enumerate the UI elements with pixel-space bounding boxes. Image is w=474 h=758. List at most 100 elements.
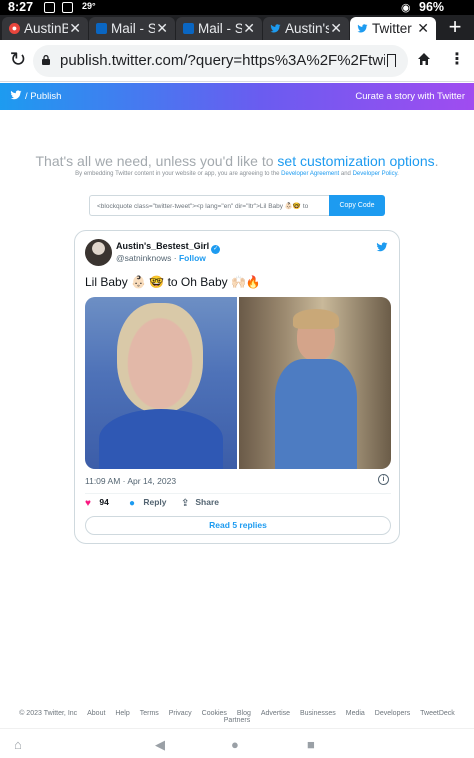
browser-tab[interactable]: ● AustinBu ✕ [2,17,88,40]
twitter-logo-icon[interactable] [9,89,23,104]
more-menu-icon[interactable]: ⋮ [449,51,465,69]
status-temperature: 29° [82,1,96,11]
twitter-logo-icon[interactable] [375,240,389,258]
footer-link-businesses[interactable]: Businesses [300,710,336,717]
twitter-favicon-icon [357,23,368,34]
new-tab-button[interactable]: + [440,15,470,40]
footer-link-privacy[interactable]: Privacy [169,710,192,717]
footer-link-blog[interactable]: Blog [237,710,251,717]
reply-label: Reply [143,497,167,507]
status-time: 8:27 [8,0,34,14]
publish-label[interactable]: / Publish [25,91,61,102]
footer-link-tweetdeck[interactable]: TweetDeck [420,710,455,717]
bookmark-icon[interactable] [387,54,396,67]
photo-jacket [275,359,357,469]
tab-title: Austin's_ [285,21,329,36]
status-bar: 8:27 29° ◉ 96% [0,0,474,15]
footer-link-help[interactable]: Help [115,710,129,717]
separator-dot: · [171,253,179,263]
photo-person [275,309,357,469]
footer-link-cookies[interactable]: Cookies [202,710,227,717]
page-headline: That's all we need, unless you'd like to… [0,153,474,169]
verified-badge-icon: ✓ [211,245,221,254]
address-bar[interactable]: publish.twitter.com/?query=https%3A%2F%2… [33,45,408,77]
terms-text: . [397,171,399,177]
terms-notice: By embedding Twitter content in your web… [0,171,474,177]
tweet-photo-right[interactable] [239,297,391,469]
share-label: Share [195,497,219,507]
share-icon: ⇪ [181,498,190,509]
reply-button[interactable]: ● Reply [129,497,167,509]
footer-link-advertise[interactable]: Advertise [261,710,290,717]
browser-tab[interactable]: Austin's_ ✕ [263,17,349,40]
twitter-favicon-icon [270,23,281,34]
developer-policy-link[interactable]: Developer Policy [353,171,398,177]
page-footer: © 2023 Twitter, Inc About Help Terms Pri… [0,710,474,724]
footer-link-media[interactable]: Media [346,710,365,717]
embed-code-box: <blockquote class="twitter-tweet"><p lan… [89,195,385,216]
home-circle-icon[interactable]: ● [231,737,239,752]
divider [85,493,391,494]
headline-text: . [434,153,439,169]
read-replies-button[interactable]: Read 5 replies [85,516,391,535]
publish-banner: / Publish Curate a story with Twitter [0,83,474,110]
status-battery: 96% [419,0,445,14]
tweet-handle[interactable]: @satninknows [116,253,171,263]
footer-link-developers[interactable]: Developers [375,710,410,717]
tweet-timestamp[interactable]: 11:09 AM · Apr 14, 2023 [85,476,176,486]
terms-text: and [339,171,353,177]
recents-icon[interactable]: ■ [307,737,315,752]
footer-link-about[interactable]: About [87,710,105,717]
tab-title: Mail - Su [198,21,242,36]
tweet-text: Lil Baby 👶🏻 🤓 to Oh Baby 🙌🏻🔥 [85,275,261,289]
embedded-tweet[interactable]: Austin's_Bestest_Girl ✓ @satninknows · Fo… [74,230,400,544]
browser-toolbar: ↻ publish.twitter.com/?query=https%3A%2F… [0,40,474,82]
footer-copyright: © 2023 Twitter, Inc [19,710,78,717]
follow-button[interactable]: Follow [179,253,206,263]
close-icon[interactable]: ✕ [330,20,342,37]
footer-link-partners[interactable]: Partners [224,717,250,724]
embed-code-field[interactable]: <blockquote class="twitter-tweet"><p lan… [89,195,329,216]
terms-text: By embedding Twitter content in your web… [75,171,282,177]
tab-title: Twitter P [372,21,416,36]
photo-face [117,303,203,413]
notification-icon [44,2,55,13]
home-icon[interactable] [417,52,431,71]
notification-icon [62,2,73,13]
tab-title: AustinBu [24,21,68,36]
heart-icon: ♥ [85,498,91,509]
reddit-favicon-icon: ● [9,23,20,34]
copy-code-button[interactable]: Copy Code [329,195,385,216]
outlook-favicon-icon [96,23,107,34]
close-icon[interactable]: ✕ [69,20,81,37]
app-drawer-icon[interactable]: ⌂ [14,737,22,752]
tweet-photo-left[interactable] [85,297,237,469]
outlook-favicon-icon [183,23,194,34]
wifi-icon: ◉ [401,2,411,14]
browser-tab[interactable]: Mail - Su ✕ [176,17,262,40]
share-button[interactable]: ⇪ Share [181,497,219,509]
close-icon[interactable]: ✕ [243,20,255,37]
customization-link[interactable]: set customization options [277,153,434,169]
headline-text: That's all we need, unless you'd like to [35,153,278,169]
photo-hair [293,309,339,329]
like-button[interactable]: ♥ 94 [85,497,109,509]
reload-icon[interactable]: ↻ [7,49,29,71]
info-icon[interactable]: i [378,474,389,485]
footer-link-terms[interactable]: Terms [140,710,159,717]
close-icon[interactable]: ✕ [156,20,168,37]
developer-agreement-link[interactable]: Developer Agreement [281,171,339,177]
back-icon[interactable]: ◀ [155,737,165,753]
display-name: Austin's_Bestest_Girl [116,241,210,251]
tweet-media[interactable] [85,297,391,469]
system-nav-bar: ⌂ ◀ ● ■ [0,728,474,758]
browser-tab[interactable]: Mail - Su ✕ [89,17,175,40]
reply-bubble-icon: ● [129,498,136,509]
browser-tab-active[interactable]: Twitter P ✕ [350,17,436,40]
url-text[interactable]: publish.twitter.com/?query=https%3A%2F%2… [60,52,385,69]
curate-story-link[interactable]: Curate a story with Twitter [355,91,465,102]
tweet-handle-row: @satninknows · Follow [116,253,206,263]
photo-shirt [99,409,223,469]
avatar[interactable] [85,239,112,266]
close-icon[interactable]: ✕ [417,20,429,37]
